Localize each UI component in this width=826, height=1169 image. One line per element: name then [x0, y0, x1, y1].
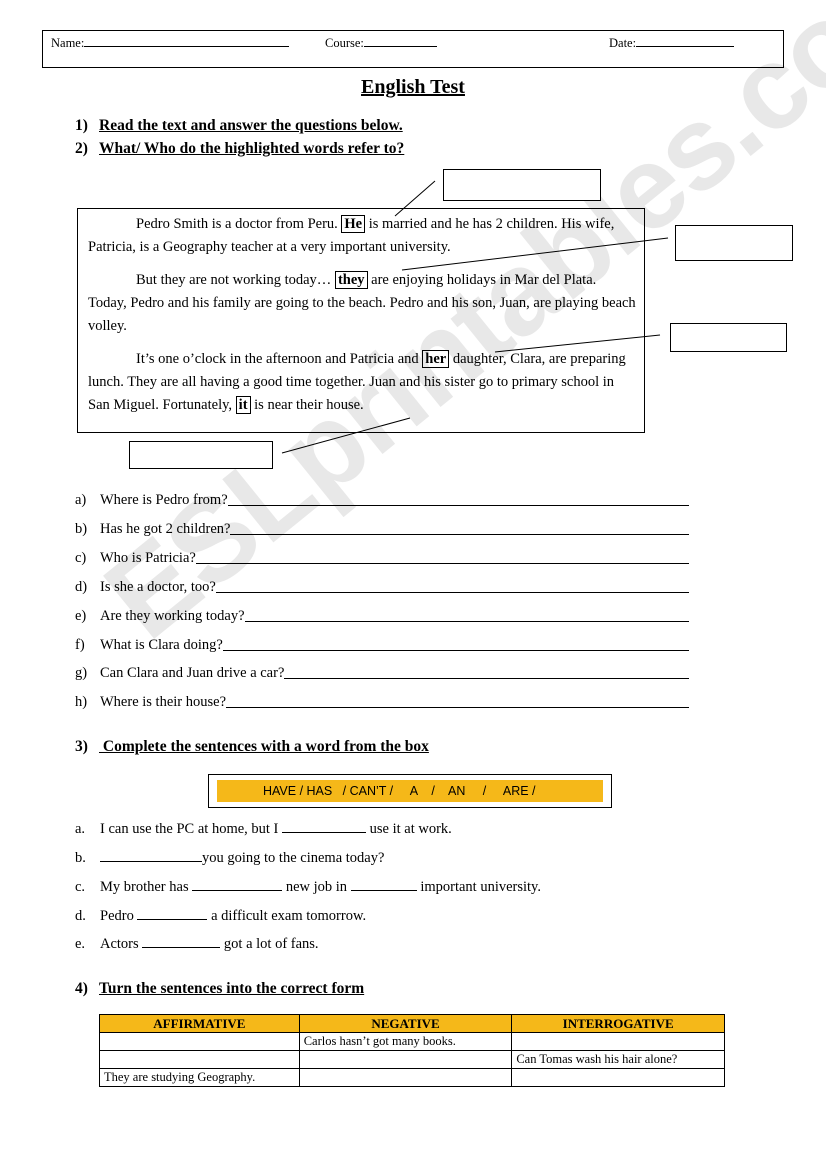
- blank-input[interactable]: [142, 932, 221, 948]
- answer-box-he[interactable]: [443, 169, 601, 201]
- instruction-text: Turn the sentences into the correct form: [99, 980, 365, 997]
- course-label: Course:: [325, 36, 364, 50]
- answer-box-it[interactable]: [129, 441, 273, 469]
- paragraph-1: Pedro Smith is a doctor from Peru. He is…: [88, 215, 615, 255]
- highlighted-word-they: they: [334, 271, 368, 289]
- question-text: Are they working today?: [100, 607, 245, 624]
- column-header-affirmative: AFFIRMATIVE: [99, 1014, 300, 1033]
- blank-input[interactable]: [282, 817, 367, 833]
- blank-input[interactable]: [192, 875, 283, 891]
- instruction-number: 1): [75, 117, 88, 134]
- question-text: Has he got 2 children?: [100, 520, 231, 537]
- answer-line[interactable]: [284, 677, 689, 680]
- question-letter: e): [75, 607, 87, 624]
- answer-line[interactable]: [226, 706, 689, 709]
- instruction-4: 4) Turn the sentences into the correct fo…: [75, 980, 364, 998]
- question-letter: c): [75, 549, 87, 566]
- question-text: Where is Pedro from?: [100, 492, 228, 508]
- highlighted-word-he: He: [341, 215, 366, 233]
- question-row: a) Where is Pedro from?: [75, 487, 689, 509]
- instruction-number: 2): [75, 140, 88, 157]
- sentence-forms-table: AFFIRMATIVE NEGATIVE INTERROGATIVE Carlo…: [99, 1014, 725, 1087]
- table-cell[interactable]: [298, 1050, 513, 1069]
- answer-line[interactable]: [244, 620, 689, 622]
- table-cell[interactable]: Can Tomas wash his hair alone?: [511, 1050, 725, 1069]
- table-row: Can Tomas wash his hair alone?: [99, 1050, 725, 1069]
- question-letter: f): [75, 636, 85, 653]
- instruction-number: 3): [75, 738, 88, 755]
- question-row: h) Where is their house?: [75, 689, 689, 711]
- course-field[interactable]: Course:: [325, 35, 437, 51]
- blank-input[interactable]: [100, 846, 202, 862]
- blank-input[interactable]: [350, 875, 417, 891]
- answer-box-they[interactable]: [675, 225, 793, 261]
- answer-line[interactable]: [222, 649, 689, 651]
- date-line[interactable]: [636, 35, 735, 47]
- student-info-box: Name: Course: Date:: [42, 30, 784, 68]
- question-letter: a): [75, 492, 87, 508]
- question-row: c) Who is Patricia?: [75, 545, 689, 567]
- table-cell[interactable]: [298, 1068, 513, 1087]
- sentence-a: a. I can use the PC at home, but I use it…: [75, 817, 452, 839]
- answer-line[interactable]: [215, 591, 689, 593]
- table-cell[interactable]: They are studying Geography.: [99, 1068, 300, 1087]
- question-text: Is she a doctor, too?: [100, 578, 216, 595]
- name-label: Name:: [51, 36, 85, 50]
- answer-box-her[interactable]: [670, 323, 787, 352]
- answer-line[interactable]: [230, 533, 689, 535]
- name-line[interactable]: [84, 35, 290, 47]
- sentence-c: c. My brother has new job in important un…: [75, 875, 541, 897]
- word-box-words: HAVE / HAS / CAN’T / A / AN / ARE /: [217, 780, 603, 802]
- question-text: Where is their house?: [100, 694, 227, 711]
- highlighted-word-her: her: [422, 350, 450, 368]
- question-text: Can Clara and Juan drive a car?: [100, 665, 285, 682]
- sentence-b: b. you going to the cinema today?: [75, 846, 384, 868]
- question-text: What is Clara doing?: [100, 636, 223, 653]
- question-letter: h): [75, 694, 88, 711]
- sentence-e: e. Actors got a lot of fans.: [75, 932, 319, 954]
- question-row: f) What is Clara doing?: [75, 632, 689, 654]
- table-cell[interactable]: [99, 1032, 300, 1051]
- instruction-2: 2) What/ Who do the highlighted words ref…: [75, 140, 404, 158]
- answer-line[interactable]: [227, 504, 689, 506]
- instruction-text: Complete the sentences with a word from …: [99, 738, 429, 755]
- paragraph-3: It’s one o’clock in the afternoon and Pa…: [88, 350, 626, 414]
- question-row: d) Is she a doctor, too?: [75, 574, 689, 596]
- question-letter: g): [75, 665, 88, 682]
- instruction-number: 4): [75, 980, 88, 997]
- table-cell[interactable]: Carlos hasn’t got many books.: [298, 1032, 513, 1051]
- date-label: Date:: [609, 36, 637, 50]
- column-header-interrogative: INTERROGATIVE: [511, 1014, 725, 1033]
- instruction-text: Read the text and answer the questions b…: [99, 117, 403, 134]
- course-line[interactable]: [363, 35, 437, 47]
- question-row: g) Can Clara and Juan drive a car?: [75, 660, 689, 682]
- instruction-1: 1) Read the text and answer the questions…: [75, 117, 403, 135]
- question-row: b) Has he got 2 children?: [75, 516, 689, 538]
- answer-line[interactable]: [195, 562, 689, 564]
- word-box: HAVE / HAS / CAN’T / A / AN / ARE /: [208, 774, 612, 808]
- instruction-text: What/ Who do the highlighted words refer…: [99, 140, 405, 157]
- question-text: Who is Patricia?: [100, 549, 196, 566]
- question-letter: d): [75, 578, 88, 595]
- paragraph-2: But they are not working today… they are…: [88, 271, 636, 334]
- date-field[interactable]: Date:: [609, 35, 735, 51]
- table-row: They are studying Geography.: [99, 1068, 725, 1087]
- instruction-3: 3) Complete the sentences with a word fr…: [75, 738, 429, 756]
- table-row: Carlos hasn’t got many books.: [99, 1032, 725, 1051]
- reading-text-box: Pedro Smith is a doctor from Peru. He is…: [77, 208, 645, 433]
- column-header-negative: NEGATIVE: [298, 1014, 513, 1033]
- sentence-d: d. Pedro a difficult exam tomorrow.: [75, 904, 366, 926]
- table-header-row: AFFIRMATIVE NEGATIVE INTERROGATIVE: [99, 1014, 725, 1033]
- page-title: English Test: [361, 76, 465, 98]
- table-cell[interactable]: [511, 1068, 725, 1087]
- question-letter: b): [75, 520, 88, 537]
- name-field[interactable]: Name:: [51, 35, 290, 51]
- question-row: e) Are they working today?: [75, 603, 689, 625]
- table-cell[interactable]: [99, 1050, 300, 1069]
- blank-input[interactable]: [137, 904, 208, 920]
- highlighted-word-it: it: [235, 396, 251, 414]
- table-cell[interactable]: [511, 1032, 725, 1051]
